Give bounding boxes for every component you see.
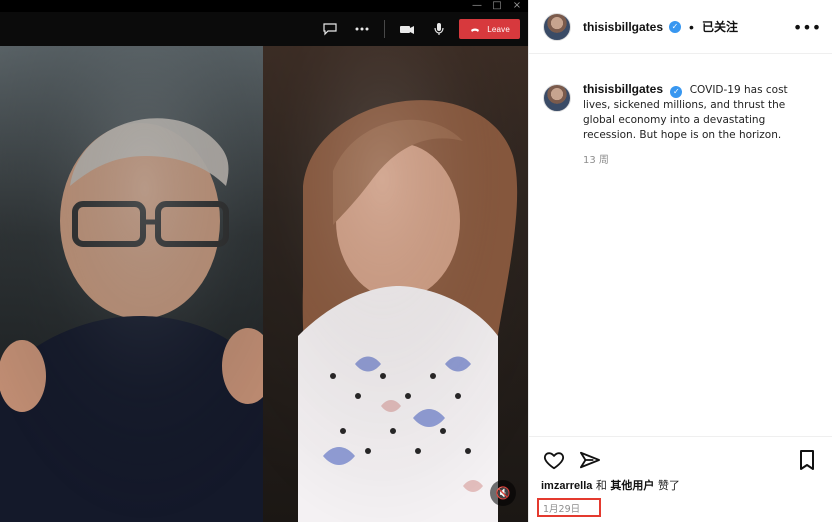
avatar[interactable] bbox=[543, 84, 571, 112]
likes-conjunction: 和 bbox=[595, 479, 607, 492]
send-icon[interactable] bbox=[577, 447, 603, 473]
username[interactable]: thisisbillgates bbox=[583, 20, 663, 34]
follow-state[interactable]: 已关注 bbox=[702, 18, 738, 35]
toolbar-divider bbox=[384, 20, 386, 38]
post-header: thisisbillgates ✓ • 已关注 ••• bbox=[529, 0, 832, 54]
verified-icon: ✓ bbox=[669, 20, 682, 33]
caption-line-1: thisisbillgates ✓ COVID-19 has cost bbox=[583, 82, 811, 98]
app: — □ × Leave 🔇 thisisbillgates ✓ • 已关注 ••… bbox=[0, 0, 832, 522]
likes-others[interactable]: 其他用户 bbox=[610, 479, 654, 492]
bookmark-icon[interactable] bbox=[794, 447, 820, 473]
post-footer: imzarrella 和 其他用户 赞了 1月29日 bbox=[529, 436, 832, 522]
post-actions bbox=[541, 447, 820, 473]
post-author: thisisbillgates ✓ • 已关注 bbox=[583, 18, 738, 35]
caption-line-4: recession. But hope is on the horizon. bbox=[583, 129, 782, 141]
video-tiles: 🔇 bbox=[0, 46, 528, 522]
verified-icon: ✓ bbox=[670, 86, 683, 98]
mute-icon[interactable]: 🔇 bbox=[490, 480, 516, 506]
instagram-sidebar: thisisbillgates ✓ • 已关注 ••• thisisbillga… bbox=[528, 0, 832, 522]
caption-comment: thisisbillgates ✓ COVID-19 has cost live… bbox=[529, 62, 832, 168]
caption-username[interactable]: thisisbillgates bbox=[583, 82, 663, 96]
likes-suffix: 赞了 bbox=[657, 479, 680, 492]
chat-icon[interactable] bbox=[318, 19, 342, 39]
caption-age: 13 周 bbox=[583, 155, 609, 166]
leave-label: Leave bbox=[487, 24, 510, 34]
participant-tile-right: 🔇 bbox=[263, 46, 528, 522]
caption-text: thisisbillgates ✓ COVID-19 has cost live… bbox=[583, 82, 811, 168]
post-date[interactable]: 1月29日 bbox=[543, 501, 580, 515]
liker-username[interactable]: imzarrella bbox=[541, 480, 592, 492]
maximize-icon[interactable]: □ bbox=[492, 0, 502, 12]
separator-dot: • bbox=[689, 18, 694, 35]
avatar[interactable] bbox=[543, 12, 571, 41]
caption-line-2: lives, sickened millions, and thrust the bbox=[583, 99, 786, 111]
likes-text: imzarrella 和 其他用户 赞了 bbox=[541, 477, 680, 493]
close-icon[interactable]: × bbox=[512, 0, 522, 12]
participant-tile-left bbox=[0, 46, 263, 522]
call-toolbar: Leave bbox=[318, 18, 520, 40]
microphone-icon[interactable] bbox=[427, 19, 451, 39]
caption-line-3: global economy into a devastating bbox=[583, 114, 766, 126]
camera-icon[interactable] bbox=[395, 19, 419, 39]
window-controls: — □ × bbox=[472, 0, 528, 12]
leave-button[interactable]: Leave bbox=[459, 19, 520, 39]
more-icon[interactable]: ••• bbox=[793, 18, 821, 37]
more-icon[interactable] bbox=[350, 19, 374, 39]
post-actions-left bbox=[541, 447, 603, 473]
heart-icon[interactable] bbox=[541, 447, 567, 473]
minimize-icon[interactable]: — bbox=[472, 0, 482, 12]
video-topbar: Leave bbox=[0, 12, 528, 46]
caption-text-line: COVID-19 has cost bbox=[689, 84, 788, 96]
video-call-panel: — □ × Leave 🔇 bbox=[0, 0, 528, 522]
phone-icon bbox=[469, 23, 481, 35]
